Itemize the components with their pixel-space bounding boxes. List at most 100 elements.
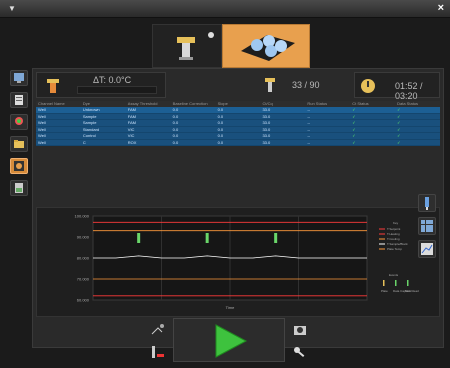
- sidebar-monitor-button[interactable]: [10, 70, 28, 86]
- table-cell: Standard: [82, 126, 100, 132]
- table-cell: ✓: [397, 113, 401, 119]
- x-axis-label: Time: [226, 305, 236, 310]
- temperature-tube-icon: [47, 79, 59, 93]
- table-cell: C: [82, 139, 86, 145]
- table-cell: 0.0: [172, 107, 179, 112]
- table-cell: ✓: [352, 113, 356, 119]
- events-title: Events: [389, 273, 399, 277]
- table-icon: [421, 220, 433, 232]
- legend-entry: T.Sample/Block: [387, 242, 408, 246]
- settings-icon[interactable]: [150, 322, 166, 338]
- legend-entry: T.Cooling: [387, 237, 400, 241]
- key-icon[interactable]: [292, 344, 308, 360]
- camera-icon[interactable]: [292, 322, 308, 338]
- run-icon: [14, 161, 24, 171]
- legend-title: Key: [393, 221, 399, 225]
- time-box: 01:52 / 03:20: [354, 72, 440, 101]
- cycle-progress: 33 / 90: [292, 80, 320, 90]
- table-cell: --: [307, 126, 311, 132]
- event-key-marker: [407, 280, 409, 286]
- sidebar-run-button[interactable]: [10, 158, 28, 174]
- table-cell: ✓: [352, 120, 356, 125]
- event-key-marker: [383, 280, 385, 286]
- chart-view-button[interactable]: [418, 240, 436, 258]
- y-tick-label: 90.000: [77, 235, 90, 240]
- chevron-down-icon[interactable]: ▼: [8, 4, 18, 14]
- table-cell: Well: [38, 107, 46, 112]
- table-cell: Control: [82, 133, 96, 138]
- table-cell: ✓: [352, 133, 356, 138]
- chart-svg: 100.000 90.000 80.000 70.000 60.000 Time Key T.…: [75, 214, 419, 311]
- table-cell: 0.0: [172, 113, 179, 119]
- close-icon[interactable]: ×: [438, 2, 444, 14]
- table-cell: FAM: [127, 120, 137, 125]
- table-cell: VIC: [127, 126, 135, 132]
- sidebar-map-button[interactable]: [10, 114, 28, 130]
- mode-switcher: [152, 24, 312, 68]
- y-tick-label: 60.000: [77, 298, 90, 303]
- chart-tools: [418, 194, 440, 264]
- table-cell: ✓: [397, 139, 401, 145]
- table-cell: 0.0: [172, 139, 179, 145]
- plate-mode-button[interactable]: [222, 24, 310, 68]
- table-cell: FAM: [127, 113, 137, 119]
- legend-entry: T.Heating: [387, 232, 400, 236]
- table-cell: ✓: [397, 107, 401, 112]
- location-icon: [15, 117, 23, 125]
- pipette-icon: [425, 197, 429, 210]
- table-cell: Well: [38, 133, 46, 138]
- table-cell: Sample: [82, 120, 97, 125]
- y-tick-label: 100.000: [75, 214, 90, 219]
- table-cell: 0.0: [217, 139, 224, 145]
- clock-icon: [361, 79, 375, 93]
- start-run-button[interactable]: [173, 318, 285, 362]
- monitor-icon: [14, 73, 24, 83]
- table-row[interactable]: Well C ROX 0.0 0.0 33.0 -- ✓ ✓: [36, 139, 440, 146]
- table-cell: 0.0: [172, 120, 179, 125]
- temperature-box: ΔT: 0.0°C: [36, 72, 166, 98]
- table-cell: 0.0: [217, 113, 224, 119]
- plate-icon: [241, 35, 295, 61]
- sidebar-clipboard-button[interactable]: [10, 92, 28, 108]
- event-marker: [205, 233, 209, 243]
- table-cell: 0.0: [172, 126, 179, 132]
- table-cell: Well: [38, 113, 46, 119]
- table-cell: 33.0: [262, 113, 271, 119]
- table-cell: 0.0: [217, 107, 224, 112]
- event-marker: [137, 233, 141, 243]
- legend-entry: T.Setpoint: [387, 227, 401, 231]
- event-key-label: Melt Read: [405, 289, 419, 293]
- tube-tool-icon[interactable]: [150, 344, 166, 360]
- table-cell: ROX: [127, 139, 137, 145]
- table-cell: 33.0: [262, 139, 271, 145]
- table-view-button[interactable]: [418, 217, 436, 235]
- cycle-icon: [265, 78, 275, 92]
- event-key-label: Plate: [381, 289, 388, 293]
- table-cell: Well: [38, 139, 46, 145]
- single-tube-mode-button[interactable]: [152, 24, 222, 68]
- sidebar-report-button[interactable]: [10, 180, 28, 196]
- temperature-chart: 100.000 90.000 80.000 70.000 60.000 Time Key T.…: [36, 207, 440, 317]
- results-table: Channel Name Dye Assay Threshold Baselin…: [36, 101, 440, 153]
- table-cell: --: [307, 107, 311, 112]
- table-cell: --: [307, 139, 311, 145]
- table-cell: ✓: [397, 126, 401, 132]
- run-controls: [146, 318, 316, 362]
- table-cell: ✓: [352, 126, 356, 132]
- event-key-marker: [395, 280, 397, 286]
- run-status-bar: ΔT: 0.0°C 33 / 90 01:52 / 03:20: [36, 72, 440, 101]
- table-cell: 0.0: [217, 120, 224, 125]
- temperature-gauge: [77, 86, 157, 94]
- table-cell: Unknown: [82, 107, 100, 112]
- run-time: 01:52 / 03:20: [395, 81, 423, 101]
- table-cell: 0.0: [217, 133, 224, 138]
- pipette-tool-button[interactable]: [418, 194, 436, 212]
- table-cell: 0.0: [172, 133, 179, 138]
- clipboard-icon: [15, 95, 23, 105]
- table-cell: ✓: [397, 133, 401, 138]
- table-cell: ✓: [352, 107, 356, 112]
- event-marker: [274, 233, 278, 243]
- sidebar-folder-button[interactable]: [10, 136, 28, 152]
- table-cell: VIC: [127, 133, 135, 138]
- table-cell: ✓: [352, 139, 356, 145]
